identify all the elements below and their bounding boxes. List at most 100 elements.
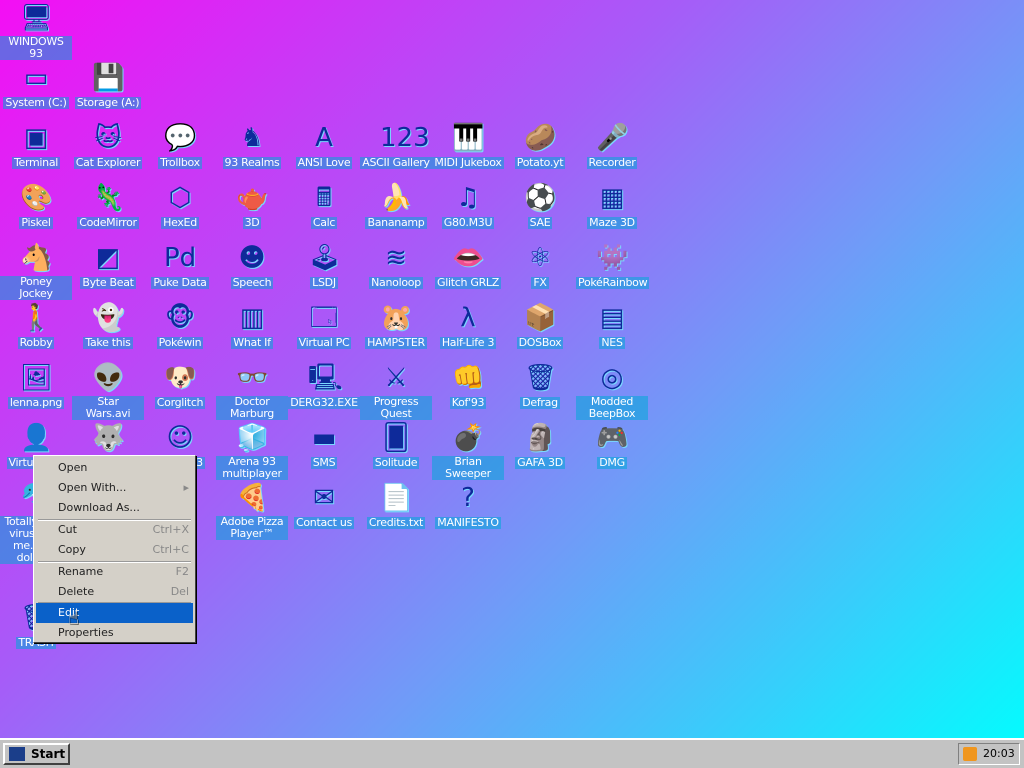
desktop-icon-brian-sweeper[interactable]: 💣 Brian Sweeper <box>432 422 504 480</box>
menu-item-edit[interactable]: Edit <box>36 603 193 623</box>
desktop-icon-lenna-png[interactable]: 🖼 lenna.png <box>0 362 72 409</box>
desktop-icon-derg32-exe[interactable]: 🖳 DERG32.EXE <box>288 362 360 409</box>
desktop-icon-arena-93-multiplayer[interactable]: 🧊 Arena 93 multiplayer <box>216 422 288 480</box>
desktop-icon-glitch-grlz[interactable]: 👄 Glitch GRLZ <box>432 242 504 289</box>
menu-item-properties[interactable]: Properties <box>36 623 193 643</box>
desktop-icon-speech[interactable]: ☻ Speech <box>216 242 288 289</box>
desktop-icon-label: Recorder <box>586 156 638 169</box>
codemirror-icon: 🦎 <box>92 183 125 213</box>
desktop-icon-label: Pokéwin <box>156 336 204 349</box>
desktop-icon-label: Kof'93 <box>449 396 487 409</box>
desktop-icon-recorder[interactable]: 🎤 Recorder <box>576 122 648 169</box>
start-button[interactable]: Start <box>3 743 70 765</box>
desktop-icon-gafa-3d[interactable]: 🗿 GAFA 3D <box>504 422 576 469</box>
desktop-icon-virtual-pc[interactable]: 🗔 Virtual PC <box>288 302 360 349</box>
desktop-icon-adobe-pizza-player[interactable]: 🍕 Adobe Pizza Player™ <box>216 482 288 540</box>
desktop-icon-star-wars-avi[interactable]: 👽 Star Wars.avi <box>72 362 144 420</box>
desktop-icon-label: Byte Beat <box>80 276 136 289</box>
arena-93-multiplayer-icon: 🧊 <box>236 423 269 453</box>
desktop-icon-ascii-gallery[interactable]: 123 ASCII Gallery <box>360 122 432 169</box>
desktop-icon-calc[interactable]: 🖩 Calc <box>288 182 360 229</box>
menu-item-open[interactable]: Open <box>36 458 193 478</box>
desktop-icon-corglitch[interactable]: 🐶 Corglitch <box>144 362 216 409</box>
desktop-icon-pok-rainbow[interactable]: 👾 PokéRainbow <box>576 242 650 289</box>
what-if-icon: ▥ <box>239 303 265 333</box>
desktop-icon-fx[interactable]: ⚛ FX <box>504 242 576 289</box>
desktop-icon-nes[interactable]: ▤ NES <box>576 302 648 349</box>
take-this-icon: 👻 <box>92 303 125 333</box>
menu-item-cut[interactable]: Cut Ctrl+X <box>36 520 193 540</box>
desktop-icon-sae[interactable]: ⚽ SAE <box>504 182 576 229</box>
desktop-icon-doctor-marburg[interactable]: 👓 Doctor Marburg <box>216 362 288 420</box>
menu-item-delete[interactable]: Delete Del <box>36 582 193 602</box>
desktop-icon-modded-beepbox[interactable]: ◎ Modded BeepBox <box>576 362 648 420</box>
desktop-icon-maze-3d[interactable]: ▦ Maze 3D <box>576 182 648 229</box>
desktop-icon-dosbox[interactable]: 📦 DOSBox <box>504 302 576 349</box>
desktop-icon-terminal[interactable]: ▣ Terminal <box>0 122 72 169</box>
desktop-icon-label: Terminal <box>11 156 61 169</box>
desktop-icon-bananamp[interactable]: 🍌 Bananamp <box>360 182 432 229</box>
gafa-3d-icon: 🗿 <box>524 423 557 453</box>
desktop-icon-label: Modded BeepBox <box>576 396 648 420</box>
desktop-icon-label: 93 Realms <box>222 156 282 169</box>
windows-93-icon: 🖥 <box>20 3 54 33</box>
desktop-icon-take-this[interactable]: 👻 Take this <box>72 302 144 349</box>
desktop-icon-manifesto[interactable]: ? MANIFESTO <box>432 482 504 529</box>
desktop-icon-solitude[interactable]: 🂠 Solitude <box>360 422 432 469</box>
menu-item-rename[interactable]: Rename F2 <box>36 562 193 582</box>
desktop-icon-3d[interactable]: 🫖 3D <box>216 182 288 229</box>
menu-item-download-as[interactable]: Download As... <box>36 498 193 518</box>
desktop-icon-puke-data[interactable]: Pd Puke Data <box>144 242 216 289</box>
desktop-icon-windows-93[interactable]: 🖥 WINDOWS 93 <box>0 2 72 60</box>
desktop-icon-label: SAE <box>527 216 553 229</box>
trollbox-icon: 💬 <box>164 123 197 153</box>
midi-jukebox-icon: 🎹 <box>452 123 485 153</box>
rss-icon[interactable] <box>963 747 977 761</box>
desktop-icon-label: Storage (A:) <box>74 96 142 109</box>
menu-item-copy[interactable]: Copy Ctrl+C <box>36 540 193 560</box>
desktop-icon-hexed[interactable]: ⬡ HexEd <box>144 182 216 229</box>
desktop-icon-piskel[interactable]: 🎨 Piskel <box>0 182 72 229</box>
ansi-love-icon: A <box>315 123 333 153</box>
desktop-icon-progress-quest[interactable]: ⚔ Progress Quest <box>360 362 432 420</box>
desktop-icon-hampster[interactable]: 🐹 HAMPSTER <box>360 302 432 349</box>
desktop-icon-poney-jockey[interactable]: 🐴 Poney Jockey <box>0 242 72 300</box>
desktop-icon-credits-txt[interactable]: 📄 Credits.txt <box>360 482 432 529</box>
desktop-icon-midi-jukebox[interactable]: 🎹 MIDI Jukebox <box>432 122 504 169</box>
desktop-icon-93-realms[interactable]: ♞ 93 Realms <box>216 122 288 169</box>
sms-icon: ▬ <box>311 423 337 453</box>
desktop-icon-sms[interactable]: ▬ SMS <box>288 422 360 469</box>
desktop-icon-lsdj[interactable]: 🕹 LSDJ <box>288 242 360 289</box>
bananamp-icon: 🍌 <box>380 183 413 213</box>
desktop-icon-label: NES <box>599 336 625 349</box>
desktop-icon-storage-a[interactable]: 💾 Storage (A:) <box>72 62 144 109</box>
desktop-icon-nanoloop[interactable]: ≋ Nanoloop <box>360 242 432 289</box>
desktop-icon-potato-yt[interactable]: 🥔 Potato.yt <box>504 122 576 169</box>
desktop-icon-label: Doctor Marburg <box>216 396 288 420</box>
desktop-icon-trollbox[interactable]: 💬 Trollbox <box>144 122 216 169</box>
taskbar: Start 20:03 <box>0 738 1024 768</box>
hand-cursor-icon: ☝ <box>68 608 79 629</box>
desktop-icon-pok-win[interactable]: 🐵 Pokéwin <box>144 302 216 349</box>
desktop-icon-byte-beat[interactable]: ◩ Byte Beat <box>72 242 144 289</box>
desktop-icon-what-if[interactable]: ▥ What If <box>216 302 288 349</box>
desktop-icon-label: CodeMirror <box>77 216 139 229</box>
smile-93-icon: ☺ <box>166 423 194 453</box>
ascii-gallery-icon: 123 <box>380 123 430 153</box>
desktop-icon-label: G80.M3U <box>441 216 495 229</box>
desktop-icon-system-c[interactable]: ▭ System (C:) <box>0 62 72 109</box>
desktop-icon-g80-m3u[interactable]: ♫ G80.M3U <box>432 182 504 229</box>
desktop-icon-dmg[interactable]: 🎮 DMG <box>576 422 648 469</box>
desktop-icon-label: LSDJ <box>310 276 338 289</box>
desktop-icon-kof-93[interactable]: 👊 Kof'93 <box>432 362 504 409</box>
desktop-icon-ansi-love[interactable]: A ANSI Love <box>288 122 360 169</box>
desktop-icon-contact-us[interactable]: ✉ Contact us <box>288 482 360 529</box>
desktop-icon-label: Cat Explorer <box>73 156 143 169</box>
desktop-icon-cat-explorer[interactable]: 🐱 Cat Explorer <box>72 122 144 169</box>
desktop-icon-defrag[interactable]: 🗑 Defrag <box>504 362 576 409</box>
menu-item-open-with[interactable]: Open With... ▸ <box>36 478 193 498</box>
desktop-icon-codemirror[interactable]: 🦎 CodeMirror <box>72 182 144 229</box>
windows-logo-icon <box>9 747 25 761</box>
desktop-icon-robby[interactable]: 🚶 Robby <box>0 302 72 349</box>
desktop-icon-half-life-3[interactable]: λ Half-Life 3 <box>432 302 504 349</box>
